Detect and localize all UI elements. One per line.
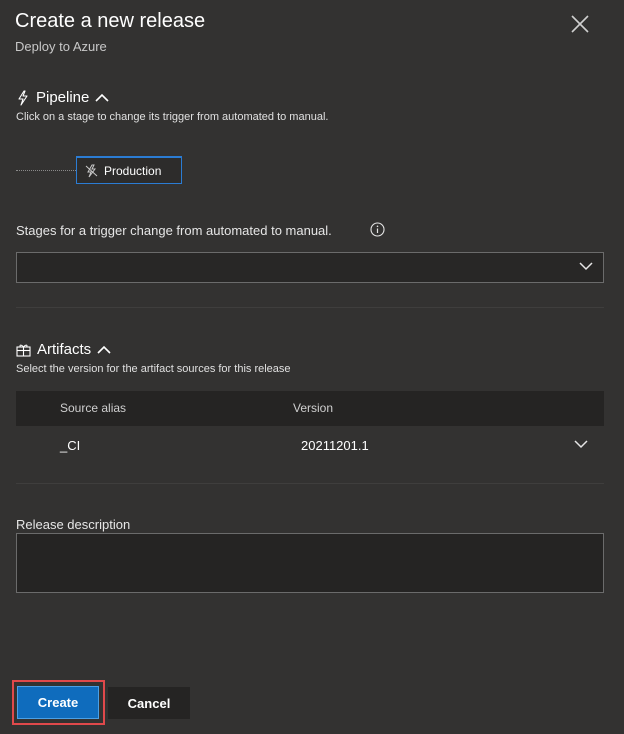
pipeline-description: Click on a stage to change its trigger f…: [16, 111, 329, 123]
version-value: 20211201.1: [301, 438, 369, 453]
release-description-input[interactable]: [16, 533, 604, 593]
info-button[interactable]: [370, 222, 385, 237]
info-icon: [370, 222, 385, 237]
pipeline-title: Pipeline: [36, 89, 90, 106]
cancel-button[interactable]: Cancel: [108, 687, 190, 719]
version-dropdown[interactable]: 20211201.1: [294, 426, 604, 464]
stage-production[interactable]: Production: [76, 156, 182, 184]
create-button[interactable]: Create: [17, 686, 99, 719]
stage-name: Production: [104, 163, 162, 178]
trigger-label: Stages for a trigger change from automat…: [16, 223, 332, 238]
column-header-source-alias: Source alias: [60, 401, 127, 415]
lightning-icon: [18, 89, 28, 106]
artifacts-title: Artifacts: [37, 341, 92, 358]
lightning-off-icon: [85, 164, 98, 177]
trigger-stages-dropdown[interactable]: [16, 252, 604, 283]
source-alias-cell: _CI: [60, 438, 81, 453]
gift-icon: [16, 344, 31, 357]
pipeline-section-toggle[interactable]: Pipeline: [16, 89, 109, 106]
divider: [16, 483, 604, 484]
chevron-up-icon: [97, 345, 111, 354]
artifacts-description: Select the version for the artifact sour…: [16, 363, 291, 375]
chevron-down-icon: [574, 440, 588, 449]
chevron-up-icon: [95, 93, 109, 102]
column-header-version: Version: [293, 401, 334, 415]
artifacts-section-toggle[interactable]: Artifacts: [16, 341, 111, 358]
chevron-down-icon: [579, 262, 593, 271]
table-row: _CI 20211201.1: [16, 426, 604, 464]
dialog-title: Create a new release: [15, 10, 206, 32]
dialog-subtitle: Deploy to Azure: [15, 39, 107, 54]
close-icon: [571, 15, 589, 33]
close-button[interactable]: [568, 12, 592, 36]
release-description-label: Release description: [16, 517, 131, 532]
pipeline-connector: [16, 170, 76, 171]
artifacts-table-header: Source alias Version: [16, 391, 604, 426]
divider: [16, 307, 604, 308]
